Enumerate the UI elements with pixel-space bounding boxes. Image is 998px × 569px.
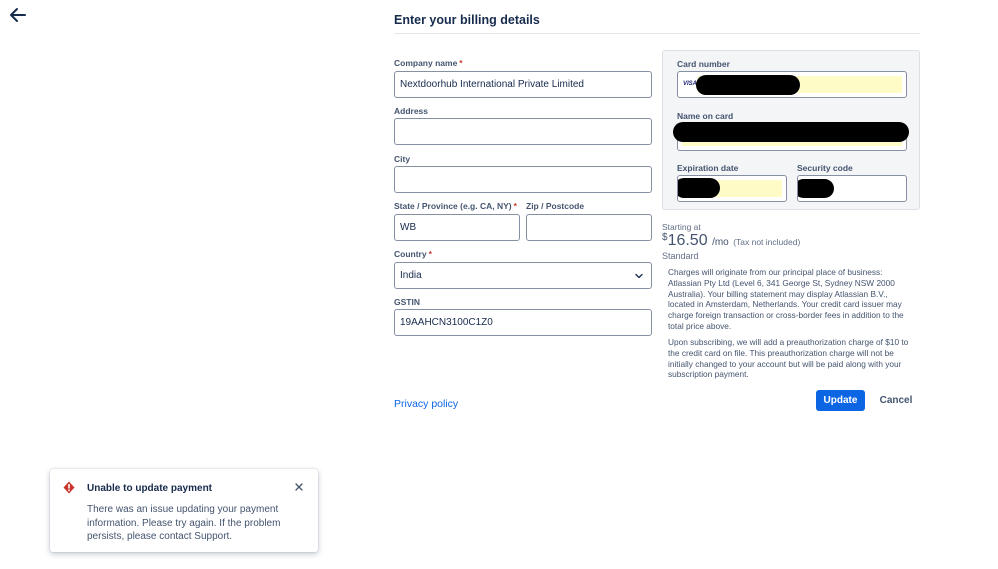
country-select[interactable]: India bbox=[394, 262, 652, 289]
close-icon[interactable] bbox=[294, 482, 304, 492]
expiration-date-label: Expiration date bbox=[677, 163, 739, 173]
gstin-value: 19AAHCN3100C1Z0 bbox=[400, 317, 493, 328]
gstin-label: GSTIN bbox=[394, 297, 420, 307]
error-flag: Unable to update payment There was an is… bbox=[50, 469, 318, 552]
redaction-mark bbox=[696, 75, 800, 95]
chevron-down-icon bbox=[635, 273, 643, 279]
address-input[interactable] bbox=[394, 118, 652, 145]
name-on-card-label: Name on card bbox=[677, 111, 734, 121]
card-number-label: Card number bbox=[677, 59, 730, 69]
zip-label: Zip / Postcode bbox=[526, 201, 585, 211]
country-value: India bbox=[400, 270, 422, 281]
price-amount: 16.50 bbox=[667, 232, 708, 249]
security-code-input[interactable] bbox=[797, 175, 907, 202]
required-mark: * bbox=[513, 201, 517, 211]
gstin-input[interactable]: 19AAHCN3100C1Z0 bbox=[394, 309, 652, 336]
preauthorization-notice: Upon subscribing, we will add a preautho… bbox=[668, 337, 909, 380]
visa-icon: VISA bbox=[683, 81, 698, 87]
address-label: Address bbox=[394, 106, 429, 116]
company-name-input[interactable]: Nextdoorhub International Private Limite… bbox=[394, 71, 652, 98]
error-icon bbox=[63, 481, 75, 494]
plan-name: Standard bbox=[662, 251, 699, 261]
state-input[interactable]: WB bbox=[394, 214, 520, 241]
state-value: WB bbox=[400, 222, 417, 233]
city-input[interactable] bbox=[394, 166, 652, 193]
error-flag-message: There was an issue updating your payment… bbox=[87, 504, 281, 542]
company-name-label: Company name * bbox=[394, 58, 463, 68]
price-period: /mo bbox=[712, 237, 729, 248]
charges-notice: Charges will originate from our principa… bbox=[668, 267, 904, 331]
redaction-mark bbox=[798, 179, 834, 198]
required-mark: * bbox=[459, 58, 463, 68]
arrow-left-icon bbox=[10, 8, 26, 22]
country-label: Country * bbox=[394, 249, 432, 259]
title-divider bbox=[394, 33, 920, 34]
error-flag-title: Unable to update payment bbox=[87, 483, 213, 494]
redaction-mark bbox=[673, 122, 909, 142]
page-title: Enter your billing details bbox=[394, 13, 540, 27]
state-label: State / Province (e.g. CA, NY) * bbox=[394, 201, 517, 211]
cancel-button[interactable]: Cancel bbox=[876, 390, 916, 411]
required-mark: * bbox=[428, 249, 432, 259]
company-name-value: Nextdoorhub International Private Limite… bbox=[400, 79, 584, 90]
price: $16.50 /mo (Tax not included) bbox=[662, 232, 800, 250]
update-button[interactable]: Update bbox=[816, 390, 865, 411]
zip-input[interactable] bbox=[526, 214, 652, 241]
expiration-date-input[interactable] bbox=[677, 175, 787, 202]
tax-note: (Tax not included) bbox=[733, 237, 801, 247]
card-number-input[interactable]: VISA bbox=[677, 71, 907, 98]
starting-at-label: Starting at bbox=[662, 222, 701, 232]
security-code-label: Security code bbox=[797, 163, 853, 173]
card-details-panel: Card number VISA Name on card Expiration… bbox=[662, 50, 920, 210]
city-label: City bbox=[394, 154, 411, 164]
back-button[interactable] bbox=[8, 5, 28, 25]
redaction-mark bbox=[678, 178, 720, 198]
privacy-policy-link[interactable]: Privacy policy bbox=[394, 398, 458, 410]
